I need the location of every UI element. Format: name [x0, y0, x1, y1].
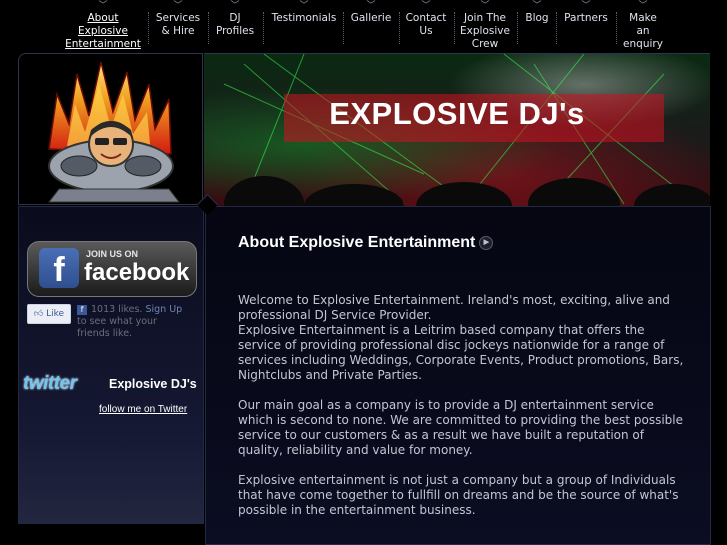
nav-item-enquiry[interactable]: ﹀ Make an enquiry	[620, 0, 666, 51]
twitter-logo: twitter	[23, 373, 77, 394]
nav-item-label: Gallerie	[350, 12, 392, 24]
nav-item-about[interactable]: ﹀ About Explosive Entertainment	[62, 0, 144, 51]
nav-item-gallerie[interactable]: ﹀ Gallerie	[345, 0, 397, 25]
page-title: About Explosive Entertainment ▶	[238, 234, 494, 252]
nav-item-partners[interactable]: ﹀ Partners	[558, 0, 614, 25]
nav-item-contact[interactable]: ﹀ Contact Us	[401, 0, 451, 38]
nav-item-label: Partners	[564, 12, 608, 24]
nav-divider	[616, 12, 617, 44]
nav-divider	[343, 12, 344, 44]
chevron-down-icon: ﹀	[480, 1, 490, 11]
nav-divider	[517, 12, 518, 44]
nav-divider	[208, 12, 209, 44]
nav-item-label: DJ Profiles	[215, 12, 255, 37]
main-nav: ﹀ About Explosive Entertainment ﹀ Servic…	[62, 0, 682, 52]
facebook-like-info: f 1013 likes. Sign Up to see what your fr…	[77, 304, 189, 340]
paragraph-welcome: Welcome to Explosive Entertainment. Irel…	[238, 293, 670, 322]
facebook-signup-link[interactable]: Sign Up	[145, 304, 182, 315]
header-banner: EXPLOSIVE DJ's	[204, 53, 710, 206]
nav-item-label: Services & Hire	[155, 12, 201, 37]
like-label: Like	[46, 309, 65, 319]
twitter-header: twitter Explosive DJ's	[23, 373, 201, 395]
nav-divider	[399, 12, 400, 44]
nav-divider	[454, 12, 455, 44]
facebook-brand-text: facebook	[84, 259, 190, 286]
twitter-account-name: Explosive DJ's	[109, 377, 197, 391]
chevron-down-icon: ﹀	[366, 1, 376, 11]
chevron-down-icon: ﹀	[299, 1, 309, 11]
page-title-text: About Explosive Entertainment	[238, 234, 476, 251]
likes-count: 1013 likes.	[91, 304, 143, 315]
nav-item-label: About Explosive Entertainment	[65, 12, 141, 50]
nav-item-label: Blog	[525, 12, 549, 24]
paragraph-individuals: Explosive entertainment is not just a co…	[238, 473, 679, 517]
chevron-down-icon: ﹀	[98, 1, 108, 11]
dj-logo[interactable]	[18, 53, 203, 205]
nav-item-label: Testimonials	[271, 12, 337, 24]
thumbs-up-icon: 👍︎	[33, 309, 44, 319]
arrow-right-icon: ▶	[479, 235, 494, 250]
chevron-down-icon: ﹀	[581, 1, 591, 11]
banner-title: EXPLOSIVE DJ's	[329, 96, 585, 131]
sidebar: f JOIN US ON facebook 👍︎ Like f 1013 like…	[18, 206, 204, 524]
nav-divider	[556, 12, 557, 44]
dj-mascot-logo-icon	[47, 61, 181, 203]
twitter-follow-link[interactable]: follow me on Twitter	[99, 404, 187, 415]
chevron-down-icon: ﹀	[173, 1, 183, 11]
paragraph-company: Explosive Entertainment is a Leitrim bas…	[238, 323, 684, 382]
nav-item-join-crew[interactable]: ﹀ Join The Explosive Crew	[456, 0, 514, 51]
facebook-icon: f	[39, 248, 79, 289]
nav-item-label: Make an enquiry	[623, 12, 663, 50]
paragraph-goal: Our main goal as a company is to provide…	[238, 398, 683, 457]
chevron-down-icon: ﹀	[421, 1, 431, 11]
about-body: Welcome to Explosive Entertainment. Irel…	[238, 293, 688, 533]
nav-divider	[148, 12, 149, 44]
facebook-small-icon: f	[77, 305, 87, 315]
nav-item-blog[interactable]: ﹀ Blog	[519, 0, 555, 25]
nav-item-testimonials[interactable]: ﹀ Testimonials	[266, 0, 342, 25]
facebook-join-text: JOIN US ON	[86, 249, 139, 259]
signup-tail-text: to see what your friends like.	[77, 316, 157, 339]
chevron-down-icon: ﹀	[230, 1, 240, 11]
nav-item-dj-profiles[interactable]: ﹀ DJ Profiles	[210, 0, 260, 38]
nav-divider	[263, 12, 264, 44]
chevron-down-icon: ﹀	[638, 1, 648, 11]
facebook-join-button[interactable]: f JOIN US ON facebook	[27, 241, 197, 297]
nav-item-label: Contact Us	[405, 12, 447, 37]
facebook-like-button[interactable]: 👍︎ Like	[27, 304, 71, 324]
nav-item-label: Join The Explosive Crew	[460, 12, 510, 50]
nav-item-services[interactable]: ﹀ Services & Hire	[150, 0, 206, 38]
chevron-down-icon: ﹀	[532, 1, 542, 11]
main-content: About Explosive Entertainment ▶ Welcome t…	[205, 206, 711, 545]
